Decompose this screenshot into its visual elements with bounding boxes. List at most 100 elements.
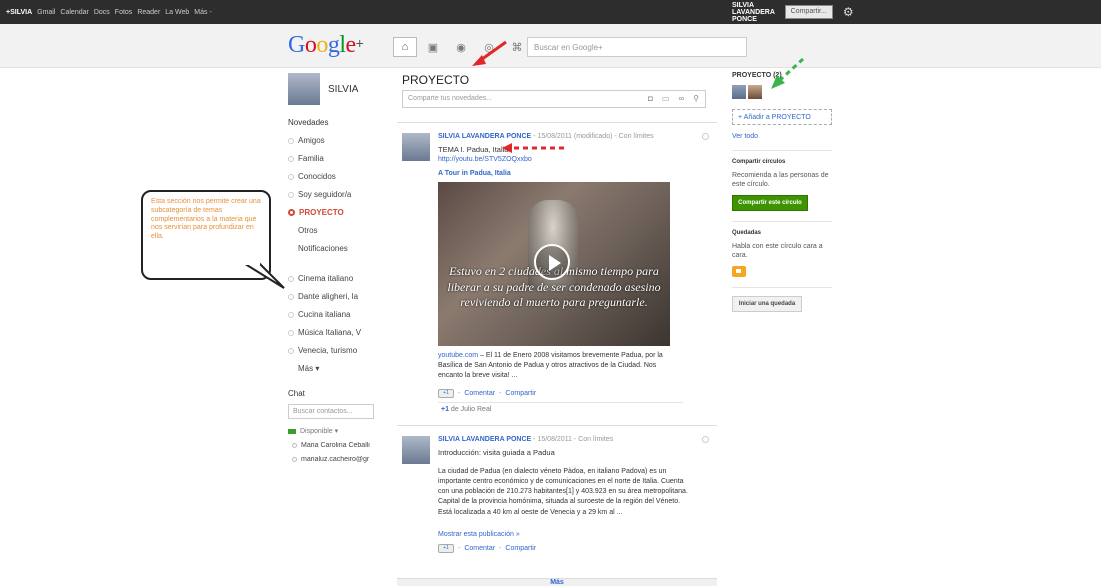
source-link[interactable]: youtube.com xyxy=(438,352,478,359)
video-title-link[interactable]: A Tour in Padua, Italia xyxy=(438,170,511,177)
stream-seguidor[interactable]: Soy seguidor/a xyxy=(288,190,388,199)
location-icon[interactable]: ⚲ xyxy=(693,94,699,103)
docs-link[interactable]: Docs xyxy=(94,9,110,16)
profile-name[interactable]: SILVIA xyxy=(328,84,358,95)
post-options-icon[interactable] xyxy=(702,133,709,140)
post-meta[interactable]: - 15/08/2011 - Con límites xyxy=(531,436,613,443)
author-avatar[interactable] xyxy=(402,436,430,464)
gear-icon[interactable]: ⚙ xyxy=(843,5,854,19)
circle-icon xyxy=(288,347,294,354)
top-share-button[interactable]: Compartir... xyxy=(784,5,833,19)
stream-label: Música Italiana, V xyxy=(298,328,362,337)
play-icon[interactable] xyxy=(534,244,570,280)
circle-dante[interactable]: Dante aligheri, la xyxy=(288,292,388,301)
camera-icon[interactable]: ◘ xyxy=(648,94,653,103)
stream-familia[interactable]: Familia xyxy=(288,154,388,163)
gmail-link[interactable]: Gmail xyxy=(37,9,55,16)
contact-name: Maria Carolina Ceballi xyxy=(301,442,370,449)
share-link[interactable]: Compartir xyxy=(505,390,536,397)
member-avatar[interactable] xyxy=(732,85,746,99)
chat-title: Chat xyxy=(288,389,305,398)
home-icon[interactable]: ⌂ xyxy=(393,37,417,57)
hangouts-title: Quedadas xyxy=(732,230,762,237)
video-thumbnail[interactable]: Estuvo en 2 ciudades al mismo tiempo par… xyxy=(438,182,670,346)
chat-contact[interactable]: Maria Carolina Ceballi xyxy=(288,442,388,449)
post-link[interactable]: http://youtu.be/STV5ZOQxxbo xyxy=(438,156,532,163)
streams-title[interactable]: Novedades xyxy=(288,118,388,127)
stream-amigos[interactable]: Amigos xyxy=(288,136,388,145)
comment-link[interactable]: Comentar xyxy=(464,545,495,552)
add-to-circle-button[interactable]: + Añadir a PROYECTO xyxy=(732,109,832,125)
header-bar: Google+ ⌂ ▣ ◉ ◎ ⌘ Buscar en Google+ xyxy=(0,24,1101,68)
stream-conocidos[interactable]: Conocidos xyxy=(288,172,388,181)
circle-cinema[interactable]: Cinema italiano xyxy=(288,274,388,283)
reader-link[interactable]: Reader xyxy=(137,9,160,16)
page: +SILVIA Gmail Calendar Docs Fotos Reader… xyxy=(0,0,1101,586)
plusone-button[interactable]: +1 xyxy=(438,544,454,553)
stream-proyecto[interactable]: PROYECTO xyxy=(288,208,388,217)
plusone-by: +1 de Julio Real xyxy=(441,406,491,413)
post-headline: Introducción: visita guiada a Padua xyxy=(438,448,555,457)
plusone-by-name[interactable]: de Julio Real xyxy=(449,406,491,413)
author-name[interactable]: SILVIA LAVANDERA PONCE xyxy=(438,436,531,443)
share-circle-button[interactable]: Compartir este círculo xyxy=(732,195,808,212)
stream-label: Soy seguidor/a xyxy=(298,190,352,199)
circle-icon xyxy=(288,329,294,336)
post-options-icon[interactable] xyxy=(702,436,709,443)
calendar-link[interactable]: Calendar xyxy=(60,9,88,16)
stream-label: Amigos xyxy=(298,136,325,145)
divider xyxy=(732,150,832,151)
expand-post-link[interactable]: Mostrar esta publicación » xyxy=(438,531,520,538)
share-link[interactable]: Compartir xyxy=(505,545,536,552)
web-link[interactable]: La Web xyxy=(165,9,189,16)
status-icon xyxy=(292,443,297,448)
annotation-green-arrow xyxy=(771,57,805,89)
circle-icon xyxy=(288,173,294,180)
stream-notificaciones[interactable]: Notificaciones xyxy=(288,244,388,253)
link-icon[interactable]: ∞ xyxy=(678,94,684,103)
profile-photo[interactable] xyxy=(288,73,320,105)
post-body: La ciudad de Padua (en dialecto véneto P… xyxy=(438,468,688,516)
more-posts-button[interactable]: Más xyxy=(397,578,717,586)
availability-label: Disponible ▾ xyxy=(300,428,339,435)
plusone-count: +1 xyxy=(441,406,449,413)
see-all-link[interactable]: Ver todo xyxy=(732,133,832,140)
circle-cucina[interactable]: Cucina italiana xyxy=(288,310,388,319)
author-avatar[interactable] xyxy=(402,133,430,161)
chat-search-input[interactable]: Buscar contactos... xyxy=(288,404,374,419)
post-headline: TEMA I. Padua, Italia xyxy=(438,145,509,154)
callout-text: Esta sección nos permite crear una subca… xyxy=(151,198,261,240)
stream-label: Notificaciones xyxy=(298,244,348,253)
member-avatar[interactable] xyxy=(748,85,762,99)
stream-label: Cinema italiano xyxy=(298,274,354,283)
start-hangout-button[interactable]: Iniciar una quedada xyxy=(732,296,802,313)
circle-venecia[interactable]: Venecia, turismo xyxy=(288,346,388,355)
photos-icon[interactable]: ▣ xyxy=(421,37,445,57)
stream-otros[interactable]: Otros xyxy=(288,226,388,235)
divider xyxy=(438,402,683,403)
comment-link[interactable]: Comentar xyxy=(464,390,495,397)
video-icon[interactable]: ▭ xyxy=(662,94,670,103)
more-link[interactable]: Más - xyxy=(194,9,212,16)
chat-contact[interactable]: marialuz.cacheiro@gr xyxy=(288,456,388,463)
more-circles[interactable]: Más ▾ xyxy=(288,364,388,373)
circle-musica[interactable]: Música Italiana, V xyxy=(288,328,388,337)
photos-link[interactable]: Fotos xyxy=(115,9,133,16)
status-icon xyxy=(292,457,297,462)
google-plus-logo[interactable]: Google+ xyxy=(288,32,364,59)
plusone-button[interactable]: +1 xyxy=(438,389,454,398)
circle-icon xyxy=(288,311,294,318)
video-camera-icon xyxy=(288,428,296,434)
stream-label: PROYECTO xyxy=(299,208,344,217)
search-input[interactable]: Buscar en Google+ xyxy=(527,37,747,57)
share-input[interactable]: Comparte tus novedades... ◘ ▭ ∞ ⚲ xyxy=(402,90,706,108)
user-name[interactable]: SILVIA LAVANDERA PONCE xyxy=(732,2,775,23)
top-right: SILVIA LAVANDERA PONCE Compartir... ⚙ xyxy=(732,0,854,24)
profile-summary[interactable]: SILVIA xyxy=(288,72,388,106)
availability-selector[interactable]: Disponible ▾ xyxy=(288,427,388,435)
circle-icon xyxy=(288,155,294,162)
author-name[interactable]: SILVIA LAVANDERA PONCE xyxy=(438,133,531,140)
post-header: SILVIA LAVANDERA PONCE - 15/08/2011 (mod… xyxy=(438,133,654,140)
profile-link[interactable]: +SILVIA xyxy=(6,9,32,16)
post-meta[interactable]: - 15/08/2011 (modificado) - Con límites xyxy=(531,133,654,140)
